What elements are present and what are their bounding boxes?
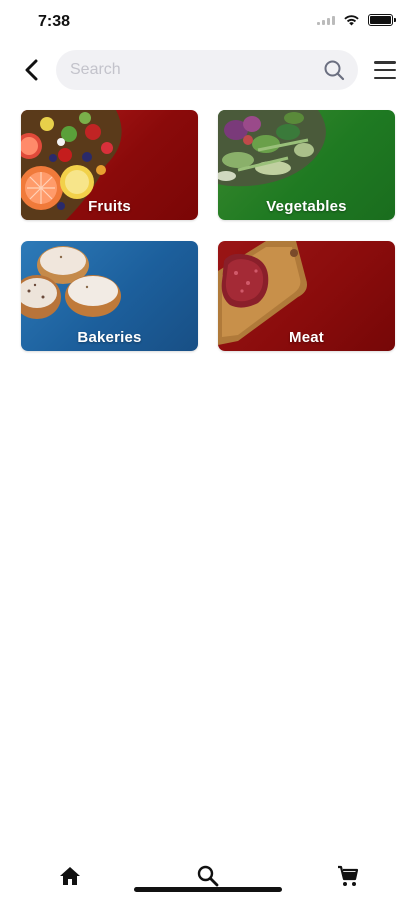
cellular-signal-icon: [317, 15, 335, 25]
category-grid: Fruits Vegetables Bakeries Meat: [21, 110, 395, 351]
search-icon: [197, 865, 219, 887]
wifi-icon: [344, 15, 359, 26]
search-input[interactable]: [70, 61, 322, 79]
home-indicator: [134, 887, 282, 892]
nav-search[interactable]: [193, 863, 223, 889]
search-bar[interactable]: [56, 50, 358, 90]
category-label: Bakeries: [77, 329, 142, 346]
category-label: Meat: [289, 329, 324, 346]
back-button[interactable]: [18, 56, 46, 84]
chevron-left-icon: [25, 59, 38, 81]
hamburger-menu-icon[interactable]: [372, 58, 398, 82]
nav-home[interactable]: [55, 863, 85, 889]
status-icons: [317, 14, 396, 26]
search-icon[interactable]: [322, 58, 346, 82]
battery-icon: [368, 14, 396, 26]
header: [0, 50, 415, 90]
category-card-vegetables[interactable]: Vegetables: [218, 110, 395, 220]
category-label: Vegetables: [266, 198, 347, 215]
nav-cart[interactable]: [333, 863, 363, 889]
bottom-nav: [0, 855, 415, 900]
status-time: 7:38: [38, 13, 71, 30]
category-card-meat[interactable]: Meat: [218, 241, 395, 351]
category-card-fruits[interactable]: Fruits: [21, 110, 198, 220]
home-icon: [60, 867, 80, 885]
cart-icon: [338, 865, 359, 886]
status-bar: 7:38: [0, 0, 415, 44]
category-card-bakeries[interactable]: Bakeries: [21, 241, 198, 351]
category-label: Fruits: [88, 198, 131, 215]
